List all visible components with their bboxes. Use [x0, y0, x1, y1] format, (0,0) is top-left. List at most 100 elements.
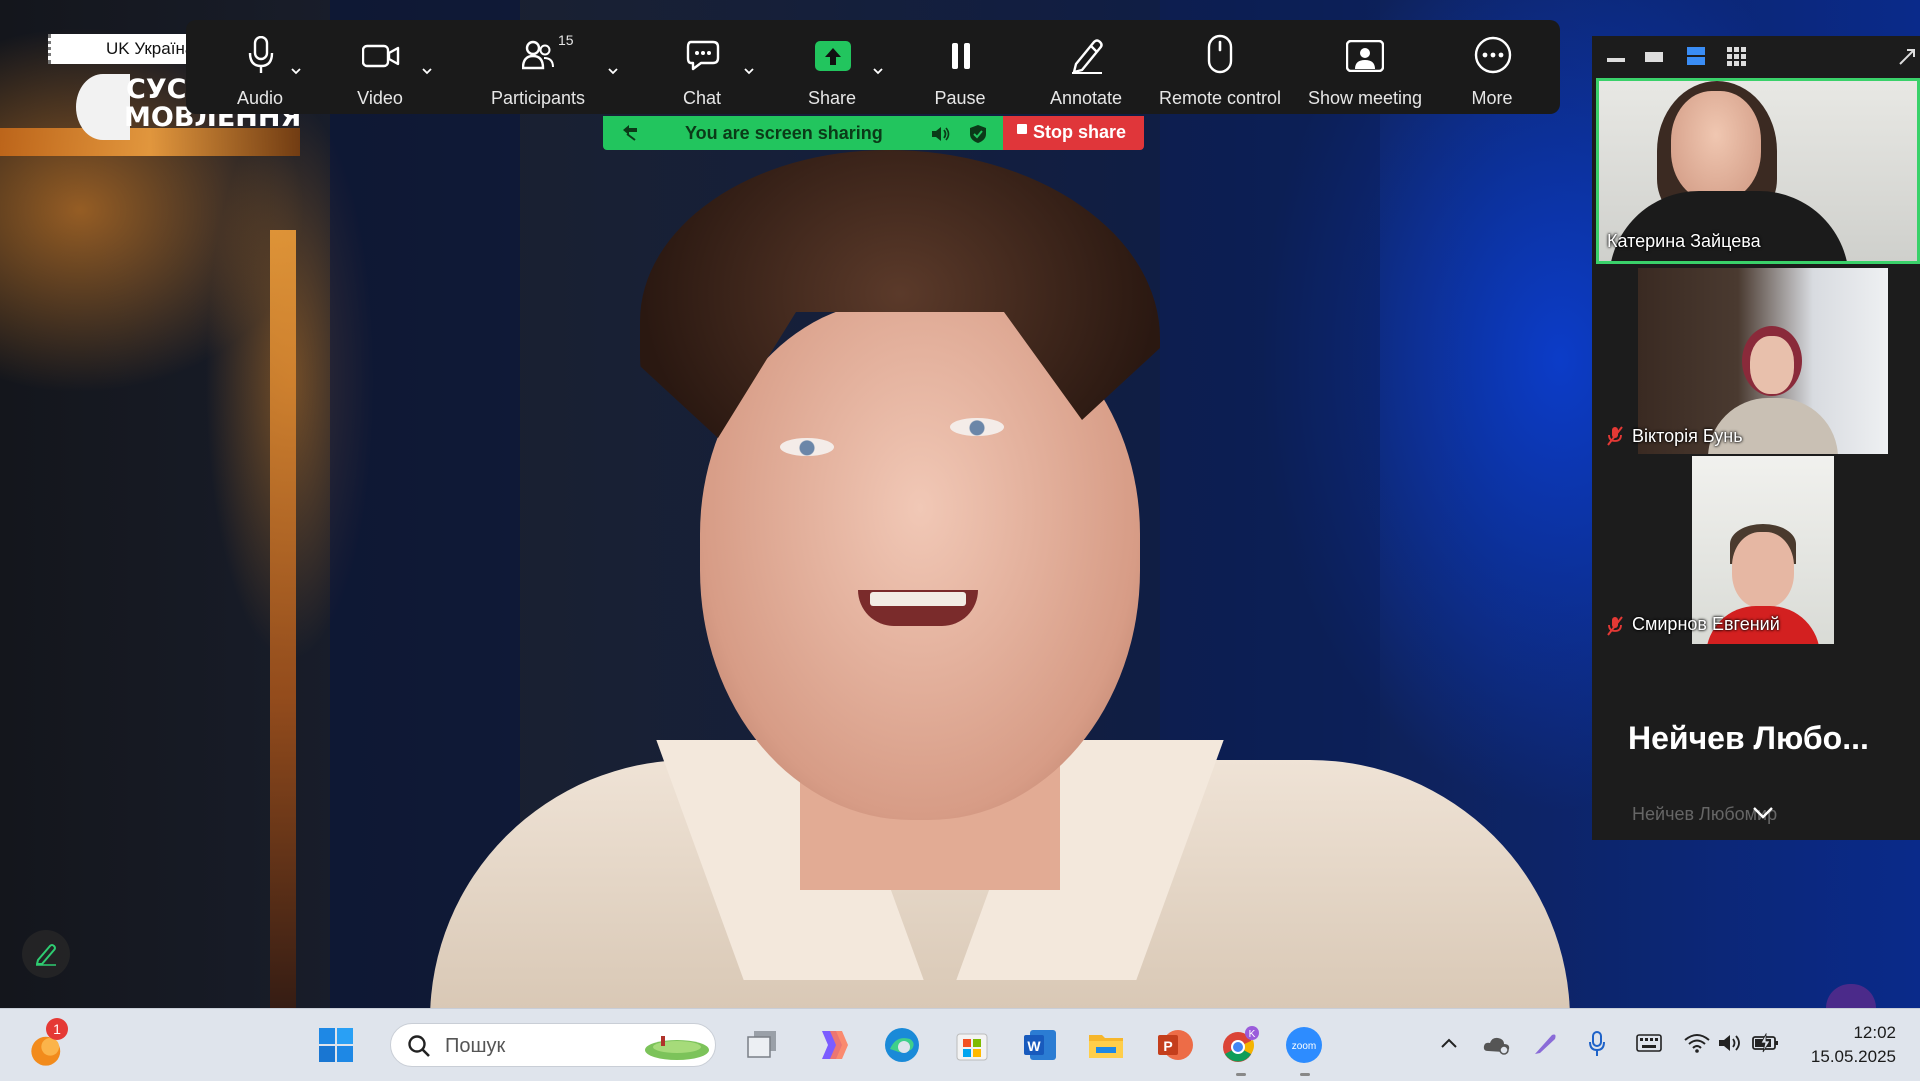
participants-options-chevron-icon[interactable] — [608, 66, 618, 76]
powerpoint-icon[interactable]: P — [1154, 1025, 1194, 1065]
more-icon — [1474, 36, 1512, 74]
wifi-icon[interactable] — [1684, 1033, 1710, 1053]
battery-charging-icon[interactable] — [1752, 1033, 1780, 1053]
drag-handle-icon[interactable] — [621, 124, 639, 142]
studio-light-bar — [270, 230, 296, 1008]
clock-date[interactable]: 15.05.2025 — [1796, 1047, 1896, 1067]
participant-name: Катерина Зайцева — [1607, 231, 1761, 251]
speaker-view-icon[interactable] — [1686, 46, 1706, 66]
participant-name: Вікторія Бунь — [1632, 426, 1743, 446]
pause-label: Pause — [934, 88, 986, 108]
participants-video-panel: Катерина Зайцева Вікторія Бунь Смирнов Е… — [1592, 36, 1920, 840]
screen-sharing-status: You are screen sharing — [685, 123, 883, 143]
participants-icon — [522, 40, 554, 70]
zoom-app-label: zoom — [1292, 1041, 1316, 1052]
pen-feather-icon[interactable] — [1532, 1031, 1558, 1057]
stop-square-icon — [1017, 124, 1027, 134]
share-options-chevron-icon[interactable] — [873, 66, 883, 76]
remote-control-button[interactable]: Remote control — [1152, 20, 1288, 114]
microsoft-store-icon[interactable] — [952, 1025, 992, 1065]
show-hidden-icons-chevron-icon[interactable] — [1440, 1037, 1458, 1049]
chrome-profile-letter: K — [1249, 1029, 1256, 1040]
participants-label: Participants — [490, 88, 586, 108]
svg-text:W: W — [1027, 1038, 1041, 1054]
pause-share-button[interactable]: Pause — [910, 20, 1010, 114]
annotate-label: Annotate — [1049, 88, 1123, 108]
video-button[interactable]: Video — [330, 20, 430, 114]
scroll-down-chevron-icon[interactable] — [1752, 806, 1774, 820]
participant-name-no-video[interactable]: Нейчев Любо... — [1628, 720, 1869, 757]
volume-icon[interactable] — [1718, 1033, 1744, 1053]
participant-name: Смирнов Евгений — [1632, 614, 1780, 634]
video-options-chevron-icon[interactable] — [422, 66, 432, 76]
chat-options-chevron-icon[interactable] — [744, 66, 754, 76]
word-icon[interactable]: W — [1020, 1025, 1060, 1065]
taskbar-search-box[interactable]: Пошук — [390, 1023, 716, 1067]
search-icon — [408, 1035, 430, 1057]
gallery-view-icon[interactable] — [1726, 46, 1748, 66]
pause-icon — [952, 43, 970, 69]
screen-sharing-banner[interactable]: You are screen sharing — [603, 116, 1003, 150]
security-shield-icon[interactable] — [969, 124, 987, 144]
keyboard-icon[interactable] — [1636, 1033, 1662, 1053]
annotation-tool-button[interactable] — [22, 930, 70, 978]
remote-control-label: Remote control — [1158, 88, 1282, 108]
audio-options-chevron-icon[interactable] — [291, 66, 301, 76]
more-button[interactable]: More — [1442, 20, 1542, 114]
video-label: Video — [357, 88, 403, 108]
muted-microphone-icon — [1607, 616, 1623, 636]
meeting-window-icon — [1346, 40, 1384, 72]
zoom-app-icon[interactable]: zoom — [1284, 1025, 1324, 1065]
participant-tile-active-speaker[interactable]: Катерина Зайцева — [1596, 78, 1920, 264]
zoom-running-indicator — [1300, 1073, 1310, 1076]
chat-button[interactable]: Chat — [652, 20, 752, 114]
audio-label: Audio — [236, 88, 284, 108]
annotate-button[interactable]: Annotate — [1036, 20, 1136, 114]
panel-view-controls — [1592, 36, 1920, 76]
chrome-icon[interactable]: K — [1220, 1025, 1260, 1065]
person-teeth — [870, 592, 966, 606]
search-placeholder: Пошук — [445, 1035, 506, 1057]
task-view-icon[interactable] — [742, 1025, 782, 1065]
stop-share-button[interactable]: Stop share — [1003, 116, 1144, 150]
participant-face — [1750, 336, 1794, 394]
show-meeting-button[interactable]: Show meeting — [1298, 20, 1432, 114]
edge-browser-icon[interactable] — [882, 1025, 922, 1065]
minimize-icon[interactable] — [1606, 48, 1626, 64]
camera-icon — [362, 44, 400, 68]
participants-count: 15 — [558, 32, 574, 48]
participant-body — [1609, 191, 1849, 261]
channel-logo-disc — [76, 74, 130, 140]
participant-face — [1732, 532, 1794, 608]
search-highlight-icon — [645, 1036, 709, 1060]
windows-taskbar: Пошук W P K zoom 12:02 15.05.2025 — [0, 1008, 1920, 1081]
file-explorer-icon[interactable] — [1086, 1025, 1126, 1065]
channel-live-label: UK Україна — [48, 34, 190, 64]
more-label: More — [1471, 88, 1513, 108]
meeting-toolbar: Audio Video 15 Participants Chat Share P… — [186, 20, 1560, 114]
thumbnail-view-icon[interactable] — [1644, 48, 1664, 64]
show-meeting-label: Show meeting — [1307, 88, 1423, 108]
chrome-running-indicator — [1236, 1073, 1246, 1076]
pencil-icon — [1072, 39, 1103, 74]
copilot-icon[interactable] — [812, 1025, 852, 1065]
share-screen-icon — [815, 41, 851, 71]
microphone-icon — [248, 36, 274, 73]
participants-button[interactable]: 15 Participants — [478, 20, 598, 114]
chat-icon — [686, 40, 720, 71]
participant-face — [1671, 91, 1761, 201]
notification-badge: 1 — [46, 1018, 68, 1040]
share-button[interactable]: Share — [782, 20, 882, 114]
share-label: Share — [807, 88, 857, 108]
person-eye — [950, 418, 1004, 436]
microphone-icon[interactable] — [1588, 1031, 1606, 1057]
expand-icon[interactable] — [1898, 46, 1916, 66]
muted-microphone-icon — [1607, 426, 1623, 446]
pencil-icon — [36, 944, 56, 966]
clock-time[interactable]: 12:02 — [1796, 1023, 1896, 1043]
mouse-icon — [1207, 34, 1233, 74]
onedrive-cloud-icon[interactable] — [1482, 1033, 1512, 1055]
speaker-icon[interactable] — [931, 125, 951, 143]
chat-label: Chat — [682, 88, 722, 108]
start-windows-icon[interactable] — [316, 1025, 356, 1065]
